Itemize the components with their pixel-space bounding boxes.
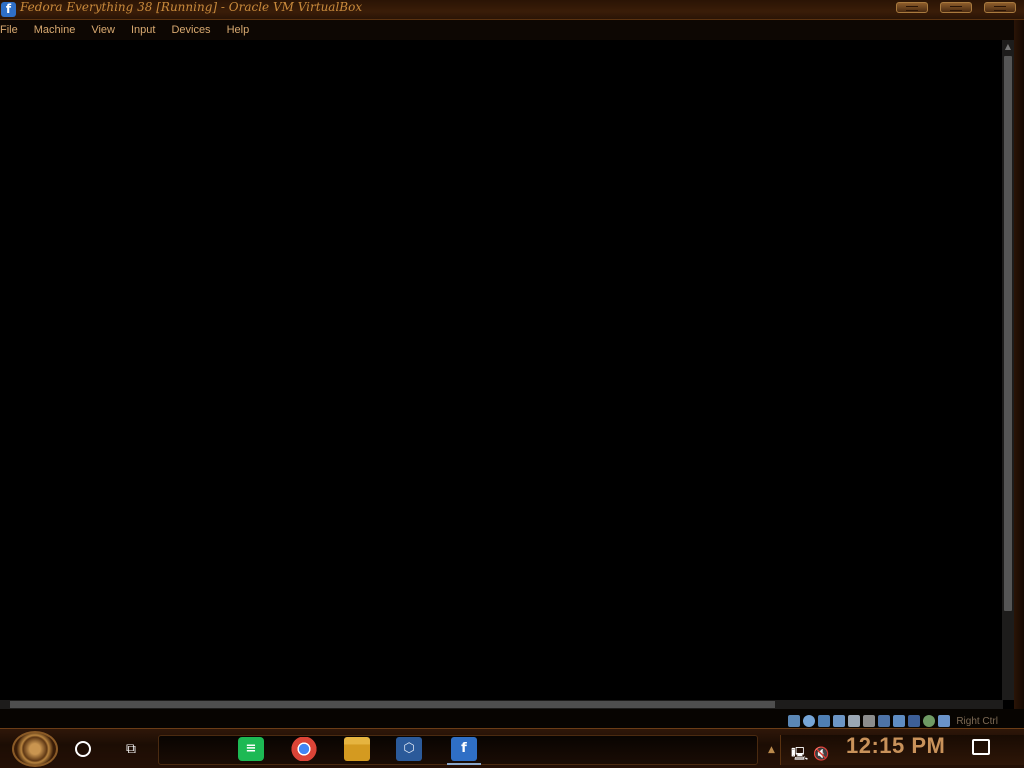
virtualization-icon[interactable]: [908, 715, 921, 727]
search-icon[interactable]: [75, 741, 91, 757]
volume-muted-icon[interactable]: 🔇: [813, 747, 829, 763]
menu-help[interactable]: Help: [219, 20, 258, 40]
display-icon[interactable]: [878, 715, 891, 727]
network-icon[interactable]: 🖳: [791, 747, 808, 763]
task-view-icon[interactable]: ⧉: [122, 740, 140, 758]
mouse-icon[interactable]: [938, 715, 951, 727]
audio-icon[interactable]: [818, 715, 831, 727]
start-button[interactable]: [12, 731, 58, 767]
minimize-button[interactable]: [896, 2, 928, 13]
horizontal-scroll-thumb[interactable]: [10, 701, 775, 708]
vm-status-bar: Right Ctrl: [0, 709, 1024, 728]
optical-drive-icon[interactable]: [803, 715, 816, 727]
notification-icon[interactable]: [972, 739, 990, 755]
recording-icon[interactable]: [893, 715, 906, 727]
maximize-button[interactable]: [940, 2, 972, 13]
fedora-icon: f: [1, 2, 16, 17]
cpu-icon[interactable]: [923, 715, 936, 727]
spotify-icon[interactable]: ≡: [238, 737, 264, 761]
virtualbox-icon[interactable]: ⬡: [396, 737, 422, 761]
hard-disk-icon[interactable]: [788, 715, 801, 727]
window-controls: [896, 2, 1016, 13]
network-icon[interactable]: [833, 715, 846, 727]
host-key-label: Right Ctrl: [956, 716, 998, 727]
scroll-up-icon[interactable]: ▲: [1002, 40, 1014, 54]
chrome-icon[interactable]: [291, 737, 317, 761]
shared-folders-icon[interactable]: [863, 715, 876, 727]
vertical-scrollbar[interactable]: ▲: [1002, 40, 1014, 700]
window-title: Fedora Everything 38 [Running] - Oracle …: [20, 0, 363, 14]
menu-bar: File Machine View Input Devices Help: [0, 20, 1024, 40]
usb-icon[interactable]: [848, 715, 861, 727]
horizontal-scrollbar[interactable]: [0, 700, 1003, 709]
menu-view[interactable]: View: [83, 20, 123, 40]
folder-icon[interactable]: [344, 737, 370, 761]
title-bar: f Fedora Everything 38 [Running] - Oracl…: [0, 0, 1024, 20]
fedora-icon[interactable]: f: [447, 737, 481, 765]
menu-machine[interactable]: Machine: [26, 20, 84, 40]
window-frame: [1014, 20, 1024, 720]
close-button[interactable]: [984, 2, 1016, 13]
taskbar-clock[interactable]: 12:15 PM: [846, 733, 945, 763]
menu-input[interactable]: Input: [123, 20, 163, 40]
menu-devices[interactable]: Devices: [163, 20, 218, 40]
menu-file[interactable]: File: [0, 20, 26, 40]
guest-display[interactable]: [0, 40, 1003, 700]
vertical-scroll-thumb[interactable]: [1004, 56, 1012, 611]
chevron-up-icon[interactable]: ▲: [768, 743, 778, 757]
